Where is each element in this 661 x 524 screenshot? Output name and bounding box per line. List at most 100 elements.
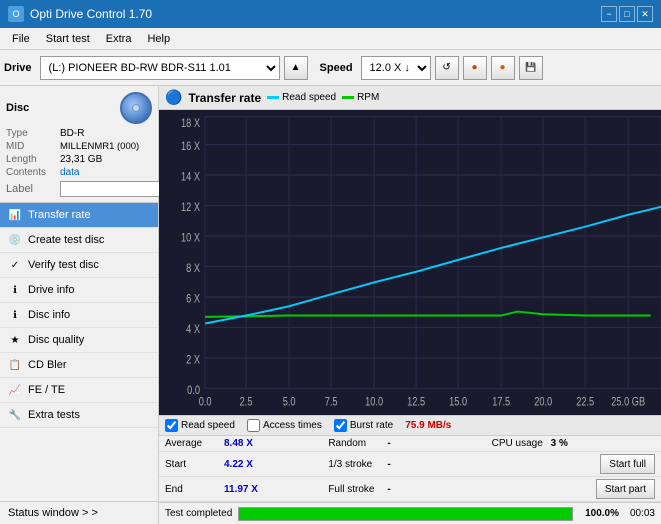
svg-text:10.0: 10.0 [365,396,383,409]
content-area: 🔵 Transfer rate Read speed RPM [159,86,661,524]
status-window-button[interactable]: Status window > > [0,501,158,524]
menu-start-test[interactable]: Start test [38,31,98,47]
nav-label-disc-info: Disc info [28,309,70,321]
start-value: 4.22 X [224,459,253,470]
disc-quality-icon: ★ [8,333,22,347]
fe-te-icon: 📈 [8,383,22,397]
length-value: 23,31 GB [60,154,102,165]
menu-file[interactable]: File [4,31,38,47]
nav-label-cd-bler: CD Bler [28,359,67,371]
speed-select[interactable]: 12.0 X ↓ [361,56,431,80]
drive-label: Drive [4,62,32,74]
svg-text:20.0: 20.0 [534,396,552,409]
one-third-label: 1/3 stroke [328,459,383,470]
one-third-value: - [387,459,390,470]
drive-select[interactable]: (L:) PIONEER BD-RW BDR-S11 1.01 [40,56,280,80]
stat-random: Random - [328,438,491,449]
nav-label-create-test: Create test disc [28,234,104,246]
svg-text:12 X: 12 X [181,201,200,214]
stat-one-third: 1/3 stroke - [328,459,491,470]
eject-button[interactable]: ▲ [284,56,308,80]
svg-text:6 X: 6 X [186,292,200,305]
drive-info-icon: ℹ [8,283,22,297]
menubar: File Start test Extra Help [0,28,661,50]
type-value: BD-R [60,128,84,139]
stats-row-3: End 11.97 X Full stroke - Start part [159,477,661,502]
nav-item-verify-test-disc[interactable]: ✓ Verify test disc [0,253,158,278]
cd-bler-icon: 📋 [8,358,22,372]
end-label: End [165,484,220,495]
checkbox-read-speed[interactable]: Read speed [165,419,235,432]
access-times-label: Access times [263,420,322,431]
save-button[interactable]: 💾 [519,56,543,80]
legend-read-speed: Read speed [267,92,336,103]
verify-test-icon: ✓ [8,258,22,272]
svg-text:4 X: 4 X [186,323,200,336]
svg-text:5.0: 5.0 [283,396,296,409]
stat-start-part-cell: Start part [492,479,655,499]
progress-bar-outer [238,507,573,521]
minimize-button[interactable]: − [601,6,617,22]
stat-end: End 11.97 X [165,484,328,495]
stat-cpu: CPU usage 3 % [492,438,655,449]
svg-text:22.5: 22.5 [576,396,594,409]
nav-item-transfer-rate[interactable]: 📊 Transfer rate [0,203,158,228]
progress-bar-inner [239,508,572,520]
svg-text:8 X: 8 X [186,262,200,275]
checkbox-access-times[interactable]: Access times [247,419,322,432]
full-stroke-label: Full stroke [328,484,383,495]
nav-item-disc-quality[interactable]: ★ Disc quality [0,328,158,353]
stat-full-stroke: Full stroke - [328,484,491,495]
app-icon: O [8,6,24,22]
mid-value: MILLENMR1 (000) [60,141,139,152]
disc-panel: Disc Type BD-R MID MILLENMR1 (000) Lengt… [0,86,158,203]
main-layout: Disc Type BD-R MID MILLENMR1 (000) Lengt… [0,86,661,524]
cpu-value: 3 % [551,438,568,449]
start-full-button[interactable]: Start full [600,454,655,474]
nav-items: 📊 Transfer rate 💿 Create test disc ✓ Ver… [0,203,158,501]
menu-help[interactable]: Help [139,31,178,47]
close-button[interactable]: ✕ [637,6,653,22]
svg-text:18 X: 18 X [181,117,200,130]
contents-label: Contents [6,167,56,178]
nav-item-drive-info[interactable]: ℹ Drive info [0,278,158,303]
label-label: Label [6,183,56,195]
maximize-button[interactable]: □ [619,6,635,22]
burst-rate-checkbox[interactable] [334,419,347,432]
length-label: Length [6,154,56,165]
cpu-label: CPU usage [492,438,547,449]
nav-item-disc-info[interactable]: ℹ Disc info [0,303,158,328]
drive-toolbar: Drive (L:) PIONEER BD-RW BDR-S11 1.01 ▲ … [0,50,661,86]
read-speed-checkbox[interactable] [165,419,178,432]
titlebar: O Opti Drive Control 1.70 − □ ✕ [0,0,661,28]
legend-rpm-label: RPM [357,92,379,103]
chart-controls: Read speed Access times Burst rate 75.9 … [159,415,661,435]
progress-area: Test completed 100.0% 00:03 [159,502,661,524]
access-times-checkbox[interactable] [247,419,260,432]
nav-item-fe-te[interactable]: 📈 FE / TE [0,378,158,403]
start-part-button[interactable]: Start part [596,479,655,499]
nav-item-extra-tests[interactable]: 🔧 Extra tests [0,403,158,428]
nav-label-extra-tests: Extra tests [28,409,80,421]
progress-percent: 100.0% [579,508,619,519]
svg-text:14 X: 14 X [181,170,200,183]
nav-item-cd-bler[interactable]: 📋 CD Bler [0,353,158,378]
checkbox-burst-rate[interactable]: Burst rate [334,419,393,432]
burn-button[interactable]: ● [463,56,487,80]
progress-time: 00:03 [625,508,655,519]
svg-text:0.0: 0.0 [199,396,212,409]
menu-extra[interactable]: Extra [98,31,140,47]
stats-row-1: Average 8.48 X Random - CPU usage 3 % [159,436,661,452]
stats-row-2: Start 4.22 X 1/3 stroke - Start full [159,452,661,477]
burst-rate-value: 75.9 MB/s [405,420,451,431]
disc-button[interactable]: ● [491,56,515,80]
full-stroke-value: - [387,484,390,495]
svg-text:16 X: 16 X [181,140,200,153]
refresh-button[interactable]: ↺ [435,56,459,80]
random-label: Random [328,438,383,449]
stat-average: Average 8.48 X [165,438,328,449]
stat-start: Start 4.22 X [165,459,328,470]
svg-text:7.5: 7.5 [325,396,338,409]
nav-item-create-test-disc[interactable]: 💿 Create test disc [0,228,158,253]
app-title: Opti Drive Control 1.70 [30,7,152,21]
